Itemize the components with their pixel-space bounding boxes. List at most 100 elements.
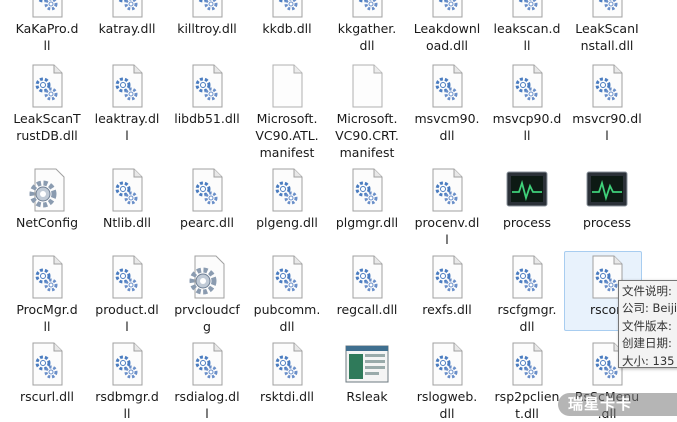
dll-file-icon — [23, 0, 71, 20]
file-item[interactable]: kkgather. dll — [327, 0, 407, 54]
dll-file-icon — [103, 62, 151, 110]
file-name-label: pubcomm. dll — [253, 302, 321, 334]
file-item[interactable]: leaktray.dl l — [87, 62, 167, 144]
file-item[interactable]: LeakScanI nstall.dll — [567, 0, 647, 54]
process-monitor-icon — [503, 166, 551, 214]
file-name-label: pearc.dll — [180, 215, 234, 230]
file-item[interactable]: NetConfig — [7, 166, 87, 231]
file-item[interactable]: procenv.dl l — [407, 166, 487, 248]
file-name-label: ProcMgr.d ll — [16, 302, 78, 334]
file-name-label: product.dl l — [95, 302, 159, 334]
file-name-label: rsdbmgr.d ll — [95, 389, 159, 421]
dll-file-icon — [263, 166, 311, 214]
dll-file-icon — [503, 62, 551, 110]
file-item[interactable]: rsp2pclien t.dll — [487, 340, 567, 422]
file-name-label: KaKaPro.d ll — [15, 21, 79, 53]
file-item[interactable]: rscfgmgr. dll — [487, 253, 567, 335]
file-item[interactable]: Microsoft. VC90.ATL. manifest — [247, 62, 327, 161]
file-name-label: Microsoft. VC90.ATL. manifest — [255, 111, 319, 160]
file-name-label: procenv.dl l — [414, 215, 480, 247]
dll-file-icon — [423, 0, 471, 20]
file-item[interactable]: pubcomm. dll — [247, 253, 327, 335]
dll-file-icon — [583, 62, 631, 110]
tooltip-size: 大小: 135 — [622, 353, 675, 368]
file-item[interactable]: Rsleak — [327, 340, 407, 405]
file-item[interactable]: rsdialog.dl l — [167, 340, 247, 422]
file-item[interactable]: rscurl.dll — [7, 340, 87, 405]
watermark-logo: 瑞星卡卡 — [558, 393, 677, 416]
file-item[interactable]: msvcp90.d ll — [487, 62, 567, 144]
file-name-label: msvcp90.d ll — [492, 111, 562, 143]
file-item[interactable]: plgeng.dll — [247, 166, 327, 231]
dll-file-icon — [423, 340, 471, 388]
file-name-label: katray.dll — [98, 21, 156, 36]
file-name-label: rscurl.dll — [20, 389, 74, 404]
dll-file-icon — [23, 62, 71, 110]
file-item[interactable]: msvcr90.dl l — [567, 62, 647, 144]
file-name-label: rsp2pclien t.dll — [494, 389, 560, 421]
dll-file-icon — [583, 0, 631, 20]
tooltip-version: 文件版本: — [622, 318, 672, 333]
file-item[interactable]: Ntlib.dll — [87, 166, 167, 231]
dll-file-icon — [103, 253, 151, 301]
file-name-label: plgeng.dll — [256, 215, 318, 230]
file-name-label: process — [502, 215, 552, 230]
file-info-tooltip: 文件说明: 公司: Beiji 文件版本: 创建日期: 大小: 135 — [618, 280, 677, 368]
file-name-label: kkgather. dll — [337, 21, 397, 53]
tooltip-description: 文件说明: — [622, 284, 672, 298]
file-item[interactable]: KaKaPro.d ll — [7, 0, 87, 54]
file-item[interactable]: plgmgr.dll — [327, 166, 407, 231]
dll-file-icon — [343, 253, 391, 301]
file-item[interactable]: prvcloudcf g — [167, 253, 247, 335]
file-item[interactable]: libdb51.dll — [167, 62, 247, 127]
file-item[interactable]: LeakScanT rustDB.dll — [7, 62, 87, 144]
manifest-file-icon — [343, 62, 391, 110]
file-item[interactable]: process — [567, 166, 647, 231]
file-item[interactable]: Leakdownl oad.dll — [407, 0, 487, 54]
dll-file-icon — [183, 62, 231, 110]
file-item[interactable]: regcall.dll — [327, 253, 407, 318]
file-item[interactable]: rsdbmgr.d ll — [87, 340, 167, 422]
dll-file-icon — [103, 0, 151, 20]
file-name-label: regcall.dll — [336, 302, 398, 317]
file-item[interactable]: ProcMgr.d ll — [7, 253, 87, 335]
dll-file-icon — [183, 340, 231, 388]
file-icon-grid: KaKaPro.d ll katray.dll killtroy.dll kkdb.d… — [0, 0, 677, 421]
file-item[interactable]: rslogweb. dll — [407, 340, 487, 422]
file-name-label: leakscan.d ll — [493, 21, 561, 53]
dll-file-icon — [423, 166, 471, 214]
tooltip-company: 公司: Beiji — [622, 301, 677, 316]
file-name-label: LeakScanT rustDB.dll — [13, 111, 81, 143]
file-name-label: msvcr90.dl l — [572, 111, 642, 143]
file-name-label: NetConfig — [15, 215, 79, 230]
dll-file-icon — [103, 340, 151, 388]
file-item[interactable]: katray.dll — [87, 0, 167, 37]
config-gear-icon — [183, 253, 231, 301]
file-name-label: Ntlib.dll — [103, 215, 151, 230]
dll-file-icon — [343, 166, 391, 214]
file-name-label: kkdb.dll — [262, 21, 312, 36]
tooltip-created: 创建日期: — [622, 336, 672, 351]
file-name-label: rsdialog.dl l — [174, 389, 240, 421]
file-item[interactable]: rsktdi.dll — [247, 340, 327, 405]
file-name-label: LeakScanI nstall.dll — [575, 21, 639, 53]
file-item[interactable]: product.dl l — [87, 253, 167, 335]
file-item[interactable]: kkdb.dll — [247, 0, 327, 37]
file-item[interactable]: killtroy.dll — [167, 0, 247, 37]
file-item[interactable]: msvcm90. dll — [407, 62, 487, 144]
dll-file-icon — [183, 0, 231, 20]
file-item[interactable]: leakscan.d ll — [487, 0, 567, 54]
dll-file-icon — [23, 340, 71, 388]
file-name-label: leaktray.dl l — [94, 111, 160, 143]
dll-file-icon — [263, 0, 311, 20]
file-name-label: process — [582, 215, 632, 230]
file-item[interactable]: Microsoft. VC90.CRT. manifest — [327, 62, 407, 161]
file-name-label: rexfs.dll — [422, 302, 472, 317]
file-item[interactable]: pearc.dll — [167, 166, 247, 231]
file-item[interactable]: rexfs.dll — [407, 253, 487, 318]
file-name-label: msvcm90. dll — [414, 111, 480, 143]
file-name-label: Microsoft. VC90.CRT. manifest — [335, 111, 399, 160]
dll-file-icon — [503, 340, 551, 388]
dll-file-icon — [423, 253, 471, 301]
file-item[interactable]: process — [487, 166, 567, 231]
